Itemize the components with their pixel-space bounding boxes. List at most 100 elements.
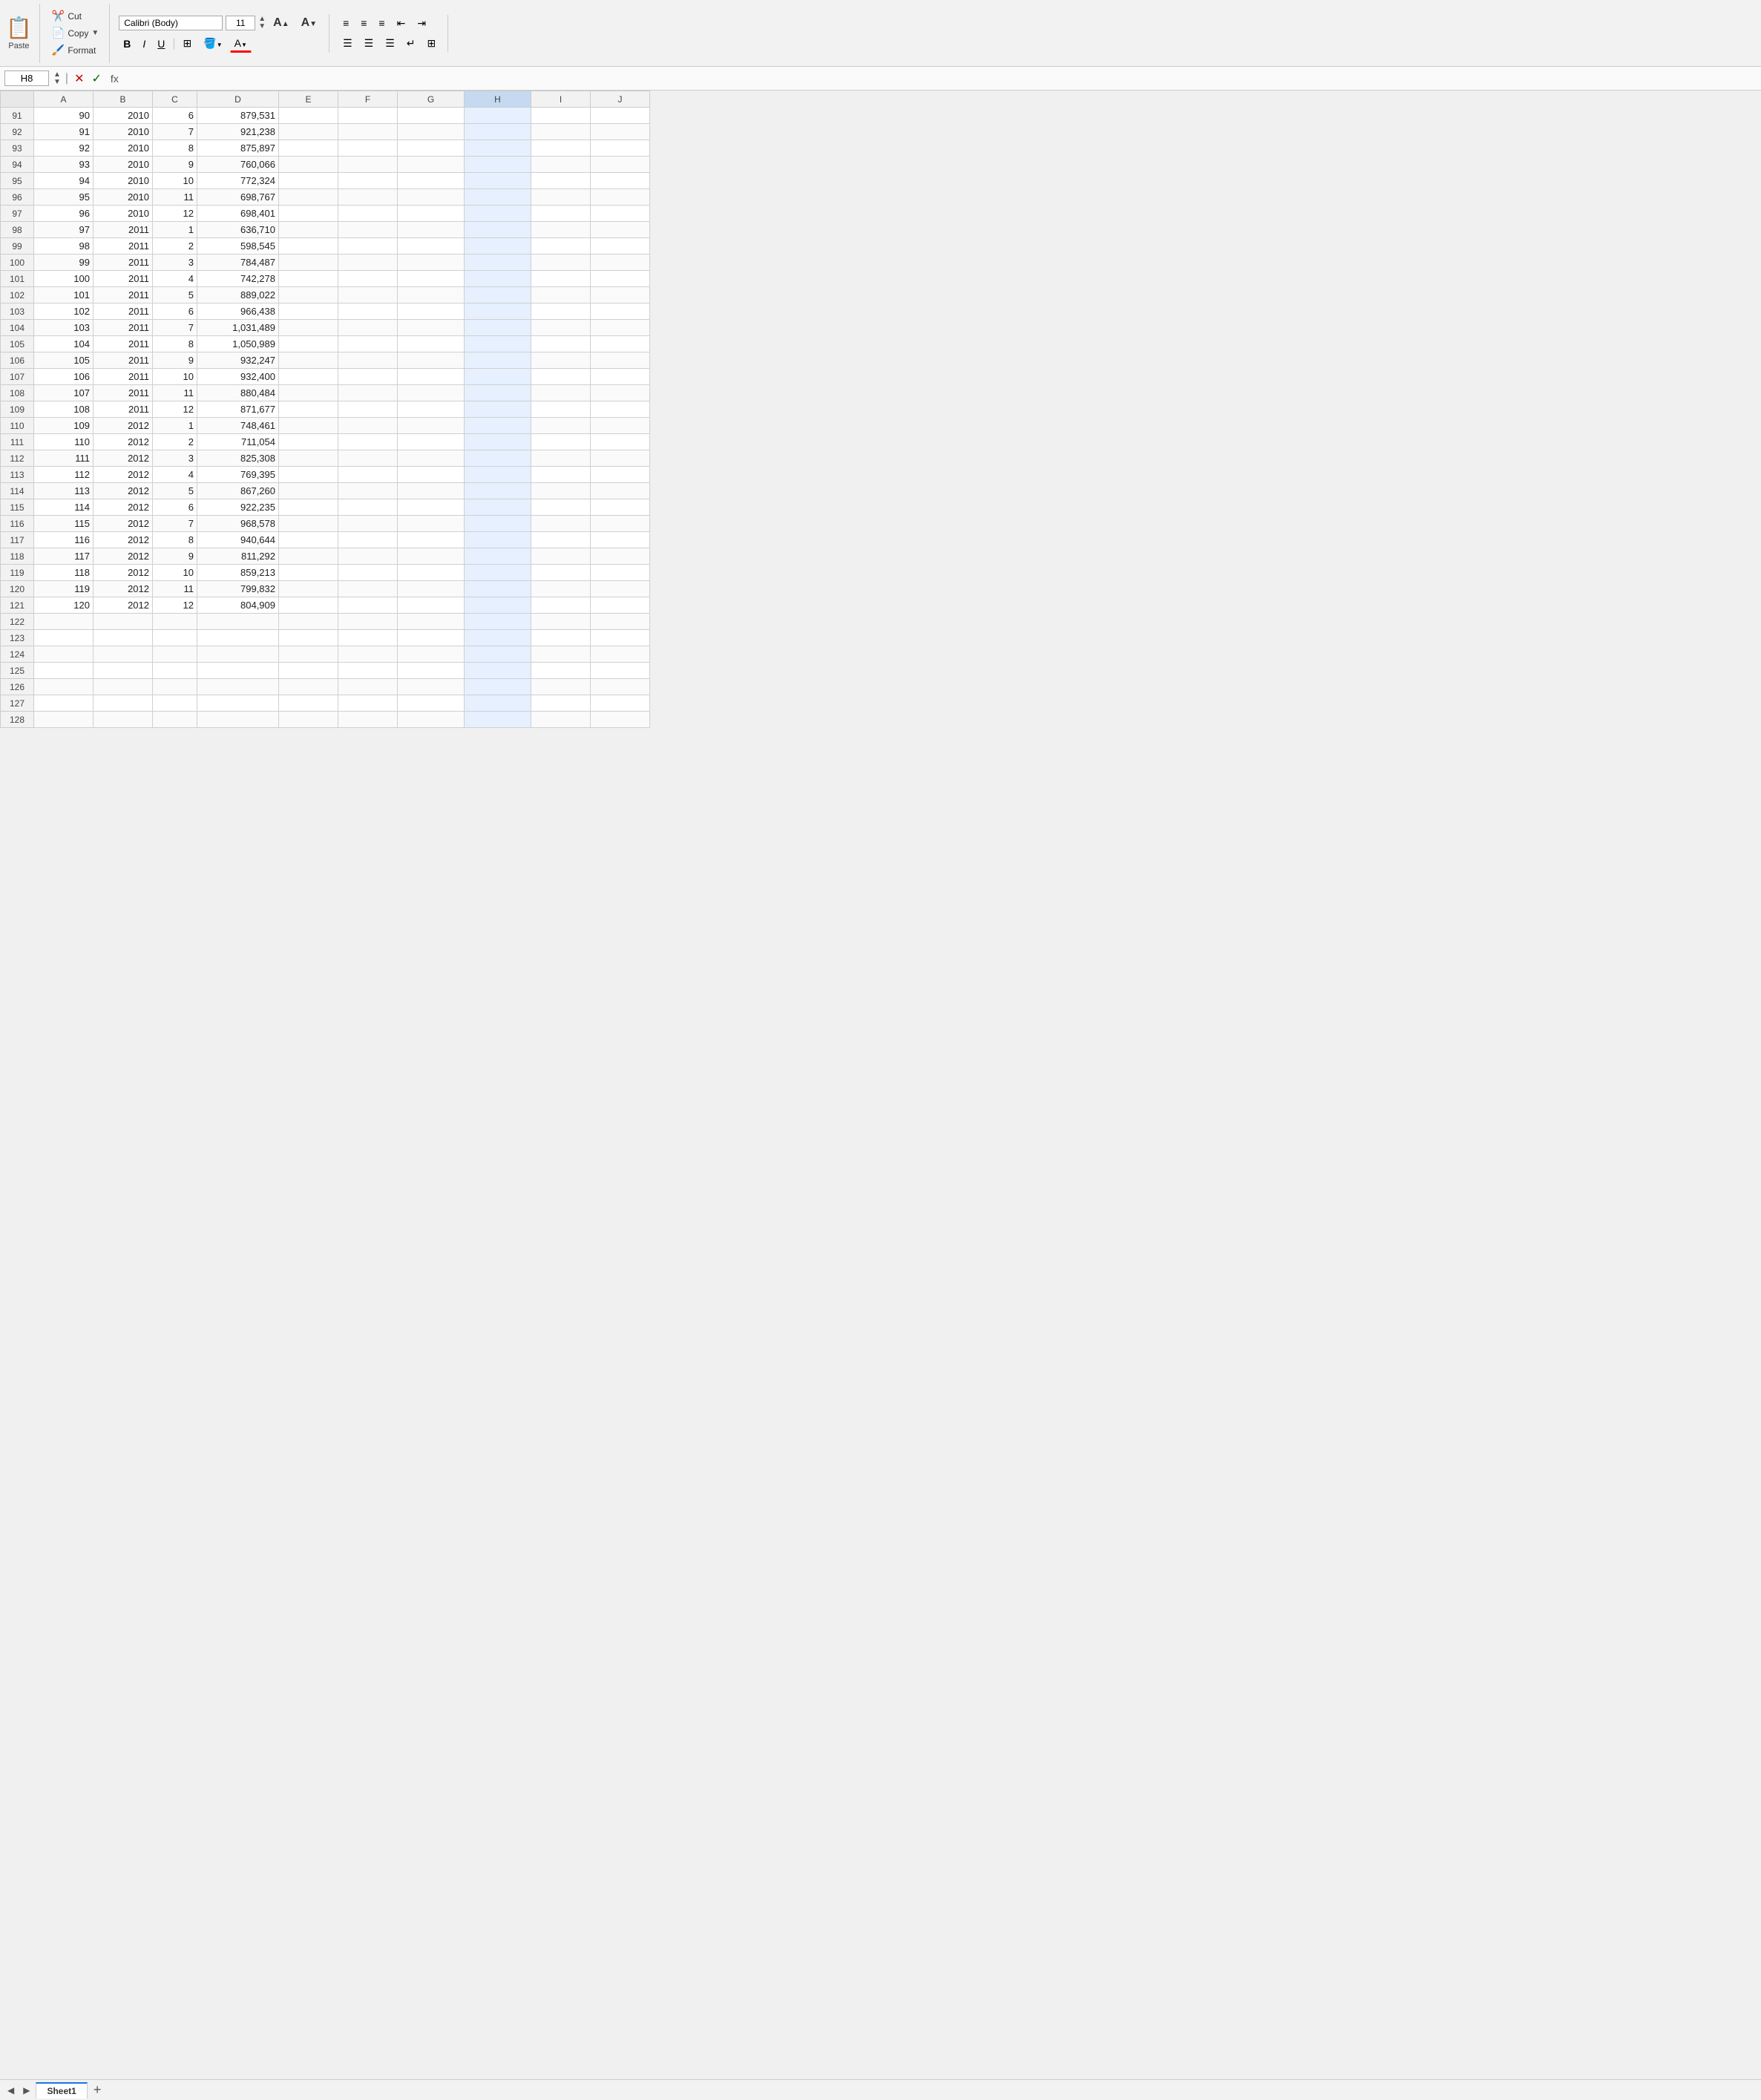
cell-a-92[interactable]: 91 <box>34 124 94 140</box>
cell-c-108[interactable]: 11 <box>153 385 197 401</box>
cell-a-121[interactable]: 120 <box>34 597 94 614</box>
cell-e-120[interactable] <box>279 581 338 597</box>
cell-h-100[interactable] <box>465 255 531 271</box>
cell-d-113[interactable]: 769,395 <box>197 467 279 483</box>
cell-g-115[interactable] <box>398 499 465 516</box>
table-row[interactable]: 128 <box>1 712 650 728</box>
col-header-f[interactable]: F <box>338 91 398 108</box>
cell-a-96[interactable]: 95 <box>34 189 94 206</box>
cell-h-115[interactable] <box>465 499 531 516</box>
cell-g-126[interactable] <box>398 679 465 695</box>
cell-i-109[interactable] <box>531 401 591 418</box>
cell-c-99[interactable]: 2 <box>153 238 197 255</box>
cell-f-93[interactable] <box>338 140 398 157</box>
cell-c-100[interactable]: 3 <box>153 255 197 271</box>
cell-j-110[interactable] <box>591 418 650 434</box>
cell-c-117[interactable]: 8 <box>153 532 197 548</box>
cell-b-125[interactable] <box>94 663 153 679</box>
cell-b-117[interactable]: 2012 <box>94 532 153 548</box>
cell-h-117[interactable] <box>465 532 531 548</box>
cell-b-96[interactable]: 2010 <box>94 189 153 206</box>
cell-b-111[interactable]: 2012 <box>94 434 153 450</box>
align-right-button[interactable]: ☰ <box>381 35 399 52</box>
cell-b-116[interactable]: 2012 <box>94 516 153 532</box>
cell-h-118[interactable] <box>465 548 531 565</box>
cell-a-118[interactable]: 117 <box>34 548 94 565</box>
cell-h-92[interactable] <box>465 124 531 140</box>
table-row[interactable]: 104103201171,031,489 <box>1 320 650 336</box>
table-row[interactable]: 1009920113784,487 <box>1 255 650 271</box>
cell-c-91[interactable]: 6 <box>153 108 197 124</box>
cell-i-125[interactable] <box>531 663 591 679</box>
cell-b-91[interactable]: 2010 <box>94 108 153 124</box>
cell-h-104[interactable] <box>465 320 531 336</box>
table-row[interactable]: 9695201011698,767 <box>1 189 650 206</box>
cell-i-104[interactable] <box>531 320 591 336</box>
font-size-input[interactable] <box>226 16 255 30</box>
cell-a-98[interactable]: 97 <box>34 222 94 238</box>
table-row[interactable]: 999820112598,545 <box>1 238 650 255</box>
cell-e-91[interactable] <box>279 108 338 124</box>
cell-f-115[interactable] <box>338 499 398 516</box>
cell-a-125[interactable] <box>34 663 94 679</box>
cell-j-97[interactable] <box>591 206 650 222</box>
cell-d-115[interactable]: 922,235 <box>197 499 279 516</box>
cell-b-99[interactable]: 2011 <box>94 238 153 255</box>
cell-a-116[interactable]: 115 <box>34 516 94 532</box>
cell-b-113[interactable]: 2012 <box>94 467 153 483</box>
cell-f-124[interactable] <box>338 646 398 663</box>
cell-d-122[interactable] <box>197 614 279 630</box>
cell-h-99[interactable] <box>465 238 531 255</box>
cell-i-110[interactable] <box>531 418 591 434</box>
cell-i-96[interactable] <box>531 189 591 206</box>
cell-h-114[interactable] <box>465 483 531 499</box>
cell-i-124[interactable] <box>531 646 591 663</box>
cell-c-113[interactable]: 4 <box>153 467 197 483</box>
cell-i-117[interactable] <box>531 532 591 548</box>
table-row[interactable]: 11411320125867,260 <box>1 483 650 499</box>
cell-d-92[interactable]: 921,238 <box>197 124 279 140</box>
cell-j-91[interactable] <box>591 108 650 124</box>
cell-d-109[interactable]: 871,677 <box>197 401 279 418</box>
cell-j-126[interactable] <box>591 679 650 695</box>
table-row[interactable]: 123 <box>1 630 650 646</box>
cell-b-127[interactable] <box>94 695 153 712</box>
cell-e-94[interactable] <box>279 157 338 173</box>
cell-i-103[interactable] <box>531 303 591 320</box>
cell-i-114[interactable] <box>531 483 591 499</box>
cell-e-110[interactable] <box>279 418 338 434</box>
cell-f-119[interactable] <box>338 565 398 581</box>
underline-button[interactable]: U <box>153 36 169 52</box>
cell-a-101[interactable]: 100 <box>34 271 94 287</box>
cell-c-128[interactable] <box>153 712 197 728</box>
cell-g-112[interactable] <box>398 450 465 467</box>
cell-h-113[interactable] <box>465 467 531 483</box>
cell-a-128[interactable] <box>34 712 94 728</box>
table-row[interactable]: 9796201012698,401 <box>1 206 650 222</box>
cell-d-94[interactable]: 760,066 <box>197 157 279 173</box>
cell-j-104[interactable] <box>591 320 650 336</box>
cell-g-119[interactable] <box>398 565 465 581</box>
table-row[interactable]: 121120201212804,909 <box>1 597 650 614</box>
cell-h-105[interactable] <box>465 336 531 352</box>
cell-j-100[interactable] <box>591 255 650 271</box>
table-row[interactable]: 108107201111880,484 <box>1 385 650 401</box>
cell-g-120[interactable] <box>398 581 465 597</box>
cell-h-125[interactable] <box>465 663 531 679</box>
cell-j-119[interactable] <box>591 565 650 581</box>
cell-i-119[interactable] <box>531 565 591 581</box>
table-row[interactable]: 124 <box>1 646 650 663</box>
cell-f-104[interactable] <box>338 320 398 336</box>
cell-h-127[interactable] <box>465 695 531 712</box>
cell-e-101[interactable] <box>279 271 338 287</box>
cell-f-103[interactable] <box>338 303 398 320</box>
cell-e-99[interactable] <box>279 238 338 255</box>
cell-i-97[interactable] <box>531 206 591 222</box>
cell-h-101[interactable] <box>465 271 531 287</box>
paste-icon[interactable]: 📋 <box>6 16 32 40</box>
table-row[interactable]: 11511420126922,235 <box>1 499 650 516</box>
cell-b-120[interactable]: 2012 <box>94 581 153 597</box>
cell-a-119[interactable]: 118 <box>34 565 94 581</box>
cell-d-93[interactable]: 875,897 <box>197 140 279 157</box>
cell-c-112[interactable]: 3 <box>153 450 197 467</box>
